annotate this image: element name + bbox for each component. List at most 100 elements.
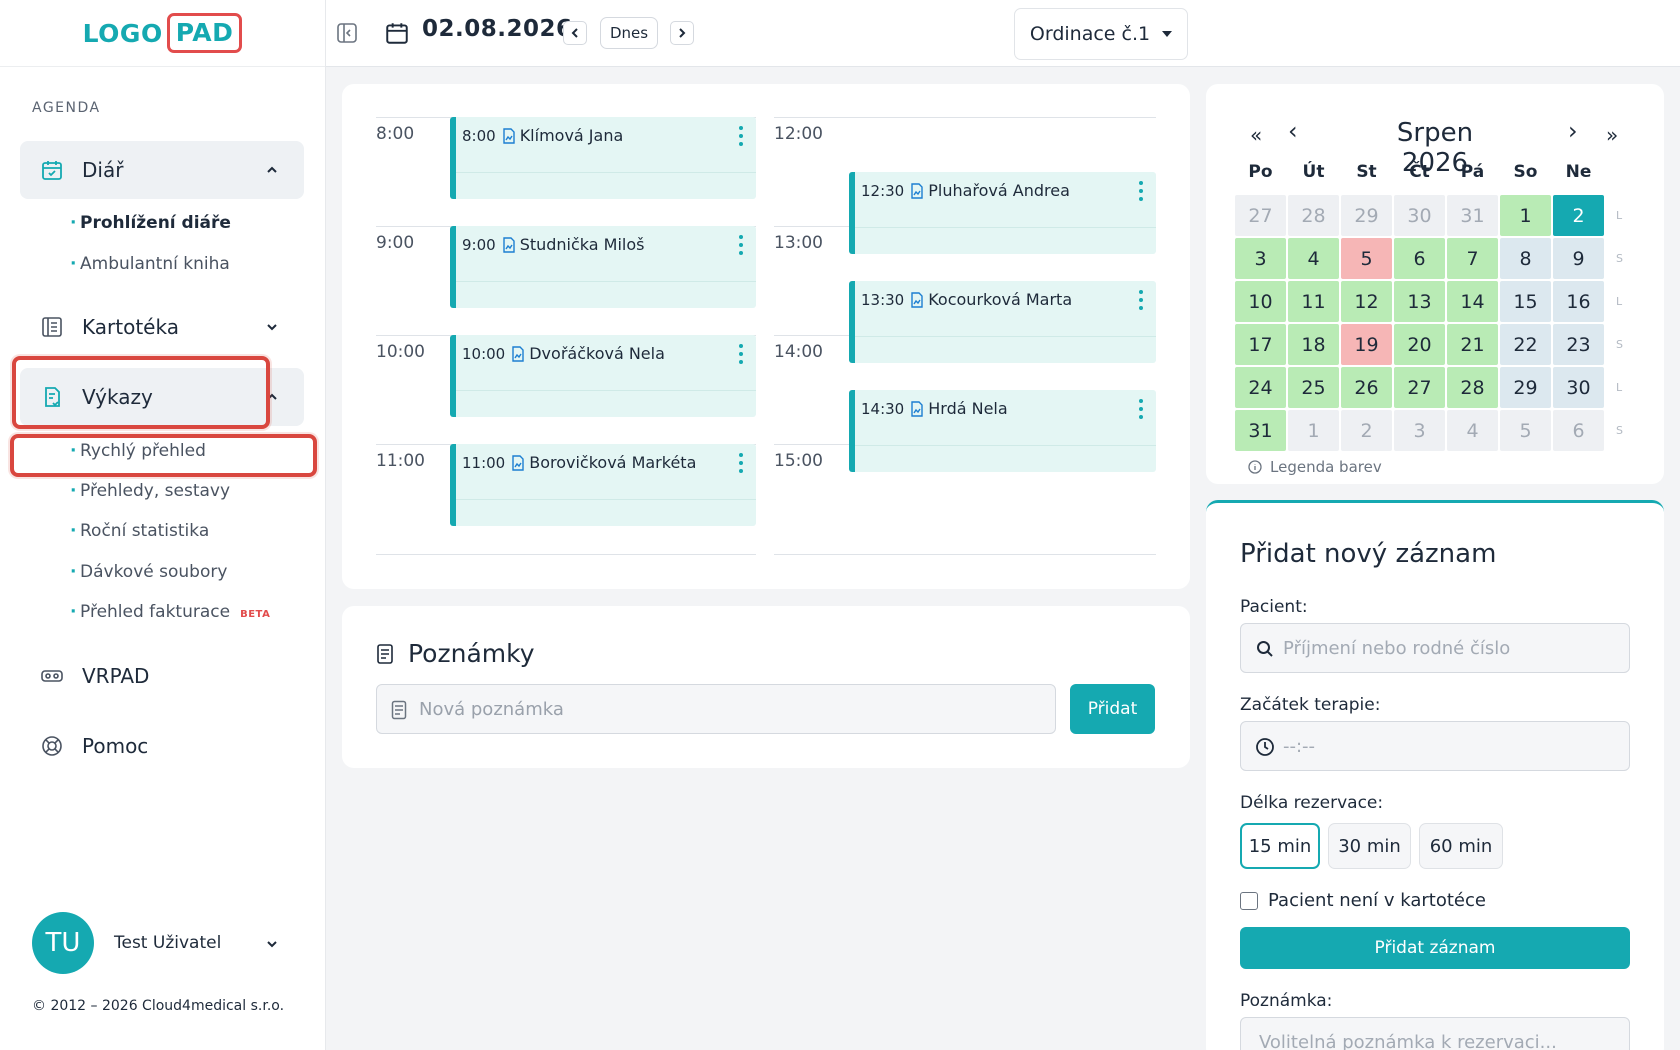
calendar-day[interactable]: 1 xyxy=(1288,410,1339,451)
appointment[interactable]: 11:00 Borovičková Markéta xyxy=(450,444,756,526)
appointment[interactable]: 9:00 Studnička Miloš xyxy=(450,226,756,308)
calendar-day[interactable]: 27 xyxy=(1394,367,1445,408)
nav-sub-prehled-fakturace[interactable]: Přehled fakturace BETA xyxy=(70,602,270,622)
calendar-day[interactable]: 19 xyxy=(1341,324,1392,365)
calendar-day[interactable]: 3 xyxy=(1235,238,1286,279)
calendar-day[interactable]: 31 xyxy=(1447,195,1498,236)
color-legend[interactable]: Legenda barev xyxy=(1248,458,1382,476)
week-marker: S xyxy=(1616,338,1623,351)
reservation-note-input[interactable]: Volitelná poznámka k rezervaci... xyxy=(1240,1017,1630,1050)
patient-not-in-records-checkbox[interactable]: Pacient není v kartotéce xyxy=(1240,890,1486,911)
nav-sub-rocni-statistika[interactable]: Roční statistika xyxy=(70,521,209,541)
hour-label: 9:00 xyxy=(376,233,415,253)
next-year-button[interactable]: » xyxy=(1606,123,1618,147)
nav-diar-label: Diář xyxy=(82,158,124,182)
calendar-day[interactable]: 7 xyxy=(1447,238,1498,279)
calendar-day[interactable]: 16 xyxy=(1553,281,1604,322)
calendar-day[interactable]: 8 xyxy=(1500,238,1551,279)
calendar-day[interactable]: 12 xyxy=(1341,281,1392,322)
office-select[interactable]: Ordinace č.1 xyxy=(1014,8,1188,60)
prev-year-button[interactable]: « xyxy=(1250,123,1262,147)
user-menu[interactable]: TU Test Uživatel xyxy=(32,912,292,974)
calendar-day[interactable]: 31 xyxy=(1235,410,1286,451)
nav-vrpad[interactable]: VRPAD xyxy=(20,647,304,705)
calendar-day[interactable]: 4 xyxy=(1447,410,1498,451)
calendar-day[interactable]: 27 xyxy=(1235,195,1286,236)
calendar-day[interactable]: 17 xyxy=(1235,324,1286,365)
notes-title: Poznámky xyxy=(376,639,535,668)
current-date[interactable]: 02.08.2026 xyxy=(422,16,573,42)
appointment-divider xyxy=(855,336,1156,337)
prev-month-button[interactable]: ‹ xyxy=(1288,117,1298,145)
patient-search-input[interactable]: Příjmení nebo rodné číslo xyxy=(1240,623,1630,673)
start-time-input[interactable]: --:-- xyxy=(1240,721,1630,771)
more-options-icon[interactable] xyxy=(738,234,744,256)
calendar-day[interactable]: 5 xyxy=(1500,410,1551,451)
logo[interactable]: LOGO PAD xyxy=(0,0,325,67)
duration-15-button[interactable]: 15 min xyxy=(1240,823,1320,869)
weekday-header: Pá xyxy=(1460,162,1485,182)
nav-sub-prehledy-sestavy[interactable]: Přehledy, sestavy xyxy=(70,481,230,501)
calendar-day[interactable]: 24 xyxy=(1235,367,1286,408)
add-record-button[interactable]: Přidat záznam xyxy=(1240,927,1630,969)
more-options-icon[interactable] xyxy=(738,125,744,147)
highlight-box-rychly-prehled xyxy=(10,434,317,477)
nav-pomoc[interactable]: Pomoc xyxy=(20,717,304,775)
calendar-day[interactable]: 30 xyxy=(1553,367,1604,408)
calendar-day[interactable]: 29 xyxy=(1341,195,1392,236)
calendar-day[interactable]: 4 xyxy=(1288,238,1339,279)
appointment[interactable]: 14:30 Hrdá Nela xyxy=(849,390,1156,472)
appointment-patient-name: Pluhařová Andrea xyxy=(928,181,1070,200)
calendar-day[interactable]: 20 xyxy=(1394,324,1445,365)
sidebar-toggle-icon[interactable] xyxy=(336,22,358,44)
calendar-day[interactable]: 26 xyxy=(1341,367,1392,408)
duration-30-button[interactable]: 30 min xyxy=(1328,823,1411,869)
duration-60-button[interactable]: 60 min xyxy=(1419,823,1503,869)
add-note-button[interactable]: Přidat xyxy=(1070,684,1155,734)
calendar-day[interactable]: 25 xyxy=(1288,367,1339,408)
calendar-day[interactable]: 14 xyxy=(1447,281,1498,322)
calendar-day[interactable]: 23 xyxy=(1553,324,1604,365)
checkbox[interactable] xyxy=(1240,891,1258,910)
nav-sub-davkove-soubory[interactable]: Dávkové soubory xyxy=(70,562,227,582)
next-day-button[interactable] xyxy=(670,21,694,45)
hour-divider xyxy=(774,554,1156,555)
calendar-day[interactable]: 11 xyxy=(1288,281,1339,322)
calendar-day[interactable]: 10 xyxy=(1235,281,1286,322)
appointment[interactable]: 12:30 Pluhařová Andrea xyxy=(849,172,1156,254)
calendar-day[interactable]: 6 xyxy=(1553,410,1604,451)
nav-sub-prohlizeni-diare[interactable]: Prohlížení diáře xyxy=(70,213,231,233)
new-note-input[interactable]: Nová poznámka xyxy=(376,684,1056,734)
calendar-day[interactable]: 3 xyxy=(1394,410,1445,451)
calendar-day[interactable]: 6 xyxy=(1394,238,1445,279)
prev-day-button[interactable] xyxy=(563,21,587,45)
calendar-day[interactable]: 18 xyxy=(1288,324,1339,365)
calendar-day[interactable]: 29 xyxy=(1500,367,1551,408)
calendar-day-selected[interactable]: 2 xyxy=(1553,195,1604,236)
more-options-icon[interactable] xyxy=(1138,289,1144,311)
calendar-day[interactable]: 30 xyxy=(1394,195,1445,236)
more-options-icon[interactable] xyxy=(738,343,744,365)
nav-kartoteka[interactable]: Kartotéka xyxy=(20,298,304,356)
calendar-day[interactable]: 28 xyxy=(1288,195,1339,236)
more-options-icon[interactable] xyxy=(1138,180,1144,202)
today-button[interactable]: Dnes xyxy=(600,17,658,49)
calendar-day[interactable]: 2 xyxy=(1341,410,1392,451)
calendar-day[interactable]: 15 xyxy=(1500,281,1551,322)
more-options-icon[interactable] xyxy=(738,452,744,474)
next-month-button[interactable]: › xyxy=(1568,117,1578,145)
calendar-icon[interactable] xyxy=(384,20,410,46)
appointment[interactable]: 8:00 Klímová Jana xyxy=(450,117,756,199)
calendar-day[interactable]: 1 xyxy=(1500,195,1551,236)
appointment[interactable]: 13:30 Kocourková Marta xyxy=(849,281,1156,363)
calendar-day[interactable]: 5 xyxy=(1341,238,1392,279)
calendar-day[interactable]: 13 xyxy=(1394,281,1445,322)
calendar-day[interactable]: 22 xyxy=(1500,324,1551,365)
nav-diar[interactable]: Diář xyxy=(20,141,304,199)
calendar-day[interactable]: 21 xyxy=(1447,324,1498,365)
more-options-icon[interactable] xyxy=(1138,398,1144,420)
appointment[interactable]: 10:00 Dvořáčková Nela xyxy=(450,335,756,417)
calendar-day[interactable]: 9 xyxy=(1553,238,1604,279)
calendar-day[interactable]: 28 xyxy=(1447,367,1498,408)
nav-sub-ambulantni-kniha[interactable]: Ambulantní kniha xyxy=(70,254,230,274)
